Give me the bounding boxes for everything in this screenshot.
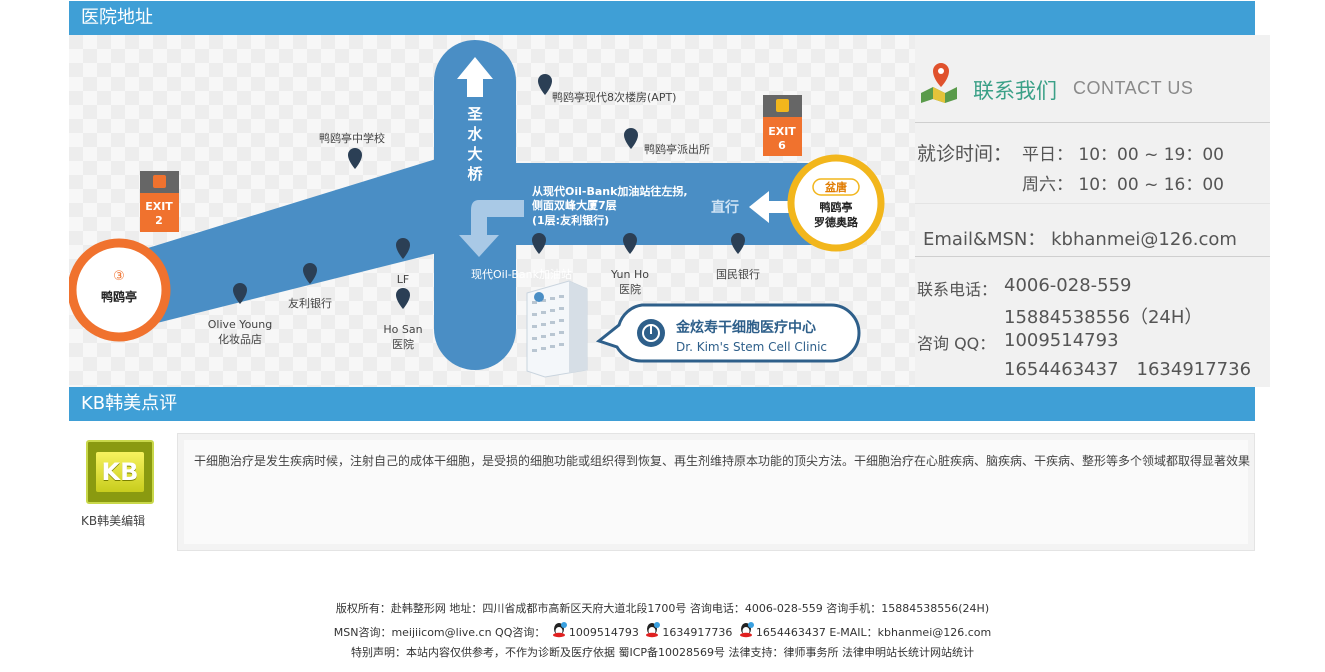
clinic-building xyxy=(526,280,588,378)
map-pin-icon xyxy=(532,233,546,254)
bus-icon xyxy=(153,175,166,188)
station-name: 罗德奥路 xyxy=(814,215,859,229)
section-header-address: 医院地址 xyxy=(69,1,1255,35)
qq-icon[interactable] xyxy=(549,622,569,638)
exit-number: 2 xyxy=(155,214,163,227)
contact-panel: 联系我们 CONTACT US 就诊时间： 平日： 10：00 ~ 19：00 … xyxy=(915,35,1270,387)
road-vertical-char: 圣 xyxy=(466,105,483,123)
qq-icon[interactable] xyxy=(642,622,662,638)
station-line: 盆唐 xyxy=(824,180,847,194)
landmark-label: Olive Young xyxy=(208,318,272,331)
qq-link[interactable]: 1634917736 xyxy=(662,626,732,639)
landmark-label: 鸭鸥亭派出所 xyxy=(644,142,710,156)
landmark-label: Yun Ho xyxy=(610,268,649,281)
map-pin-icon xyxy=(348,148,362,169)
direction-line: 侧面双峰大厦7层 xyxy=(532,198,617,212)
clinic-name-en: Dr. Kim's Stem Cell Clinic xyxy=(676,340,827,354)
editor-name: KB韩美编辑 xyxy=(81,514,146,528)
map-graphic: 圣 水 大 桥 直行 从现代Oil-Bank加油站往左拐, 侧面双峰大厦7层 (… xyxy=(69,40,885,378)
phone-1: 4006-028-559 xyxy=(1004,275,1132,296)
landmark-label: 医院 xyxy=(619,282,641,296)
map-location-icon xyxy=(921,63,957,103)
review-text: 干细胞治疗是发生疾病时候，注射自己的成体干细胞，是受损的细胞功能或组织得到恢复、… xyxy=(194,454,1251,468)
location-map: 圣 水 大 桥 直行 从现代Oil-Bank加油站往左拐, 侧面双峰大厦7层 (… xyxy=(69,35,915,387)
landmark-label: 医院 xyxy=(392,337,414,351)
station-name: 鸭鸥亭 xyxy=(101,289,137,304)
exit-label: EXIT xyxy=(145,200,173,213)
map-pin-icon xyxy=(624,128,638,149)
qq-2: 1654463437 1634917736 xyxy=(1004,359,1252,380)
footer-msn: MSN咨询：meijiicom@live.cn QQ咨询： xyxy=(333,626,546,639)
contact-header: 联系我们 CONTACT US xyxy=(915,63,1270,123)
qq-icon[interactable] xyxy=(736,622,756,638)
section-title: 医院地址 xyxy=(81,7,153,28)
email: Email&MSN： kbhanmei@126.com xyxy=(923,229,1237,250)
contact-title: 联系我们 xyxy=(973,79,1057,103)
road-vertical-char: 水 xyxy=(467,125,483,143)
kb-logo: KB xyxy=(86,440,154,504)
station-name: 鸭鸥亭 xyxy=(820,200,853,214)
map-pin-icon xyxy=(623,233,637,254)
landmark-label: 化妆品店 xyxy=(218,332,262,346)
phone-2: 15884538556（24H） xyxy=(1004,307,1203,328)
landmark-label: LF xyxy=(397,273,409,286)
hours-label: 就诊时间： xyxy=(917,143,1013,165)
qq-link[interactable]: 1009514793 xyxy=(569,626,639,639)
map-pin-icon xyxy=(731,233,745,254)
landmark-label: 国民银行 xyxy=(716,267,760,281)
qq-link[interactable]: 1654463437 xyxy=(756,626,826,639)
landmark-label: 现代Oil-Bank加油站 xyxy=(471,267,572,281)
landmark-label: 鸭鸥亭中学校 xyxy=(319,131,385,145)
hours-weekday: 平日： 10：00 ~ 19：00 xyxy=(1022,145,1224,165)
divider xyxy=(915,122,1270,123)
landmark-label: 鸭鸥亭现代8次楼房(APT) xyxy=(552,90,676,104)
footer-line-3: 特别声明：本站内容仅供参考，不作为诊断及医疗依据 蜀ICP备10028569号 … xyxy=(350,646,975,659)
landmark-label: 友利银行 xyxy=(288,296,332,310)
exit-number: 6 xyxy=(778,139,786,152)
direction-line: (1层:友利银行) xyxy=(532,213,609,227)
station-line-number: ③ xyxy=(113,269,125,284)
footer-email: E-MAIL：kbhanmei@126.com xyxy=(825,626,992,639)
exit-label: EXIT xyxy=(768,125,796,138)
qq-1: 1009514793 xyxy=(1004,330,1119,351)
contact-subtitle: CONTACT US xyxy=(1073,78,1194,98)
bus-icon xyxy=(776,99,789,112)
clinic-name-cn: 金炫寿干细胞医疗中心 xyxy=(675,319,816,336)
road-vertical-char: 桥 xyxy=(467,165,483,183)
divider xyxy=(915,256,1270,257)
review-box: 干细胞治疗是发生疾病时候，注射自己的成体干细胞，是受损的细胞功能或组织得到恢复、… xyxy=(177,433,1255,551)
map-pin-icon xyxy=(396,288,410,309)
footer-line-1: 版权所有：赴韩整形网 地址：四川省成都市高新区天府大道北段1700号 咨询电话：… xyxy=(335,602,990,615)
review-section: KB KB韩美编辑 干细胞治疗是发生疾病时候，注射自己的成体干细胞，是受损的细胞… xyxy=(69,421,1255,557)
section-header-review: KB韩美点评 xyxy=(69,387,1255,421)
divider xyxy=(915,203,1270,204)
section-title: KB韩美点评 xyxy=(81,393,178,414)
direction-line: 从现代Oil-Bank加油站往左拐, xyxy=(532,184,688,198)
hours-saturday: 周六： 10：00 ~ 16：00 xyxy=(1022,175,1224,195)
footer-line-2: MSN咨询：meijiicom@live.cn QQ咨询： 1009514793… xyxy=(0,622,1325,640)
phone-label: 联系电话： xyxy=(917,280,998,299)
road-vertical-char: 大 xyxy=(467,145,482,163)
map-pin-icon xyxy=(538,74,552,95)
landmark-label: Ho San xyxy=(383,323,422,336)
straight-label: 直行 xyxy=(711,199,739,216)
qq-label: 咨询 QQ： xyxy=(917,334,996,353)
kb-logo-text: KB xyxy=(96,452,144,492)
